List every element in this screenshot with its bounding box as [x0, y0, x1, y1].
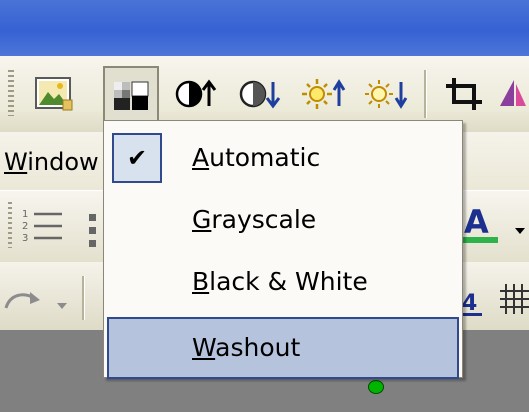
bullets-icon	[89, 214, 96, 247]
svg-text:2: 2	[22, 221, 28, 232]
menu-item-label: Grayscale	[192, 205, 317, 234]
toolbar-grip[interactable]	[8, 70, 14, 116]
font-color-icon: A	[460, 203, 498, 243]
numbering-button[interactable]: 123	[18, 206, 68, 246]
menu-item-label: Black & White	[192, 267, 368, 296]
redo-dropdown[interactable]	[56, 296, 68, 309]
bullets-button[interactable]	[88, 210, 98, 250]
text-direction-button[interactable]: 4	[462, 282, 486, 320]
toolbar-separator	[424, 70, 427, 118]
grayscale-icon	[114, 81, 149, 110]
insert-picture-button[interactable]	[26, 66, 82, 122]
check-icon: ✔	[112, 133, 162, 183]
svg-text:4: 4	[462, 291, 477, 316]
chevron-down-icon	[515, 228, 525, 234]
color-button[interactable]	[103, 66, 159, 124]
more-brightness-button[interactable]	[296, 66, 352, 122]
font-color-dropdown[interactable]	[514, 222, 526, 234]
title-bar	[0, 0, 529, 56]
menu-item-grayscale[interactable]: Grayscale	[104, 189, 462, 251]
color-dropdown-menu: ✔ Automatic Grayscale Black & White Wash…	[103, 120, 463, 379]
more-contrast-icon	[175, 79, 217, 108]
menu-item-washout[interactable]: Washout	[107, 317, 459, 379]
menu-window-rest: indow	[27, 148, 99, 176]
font-color-button[interactable]: A	[460, 203, 504, 249]
less-brightness-button[interactable]	[358, 66, 414, 122]
menu-item-label: Automatic	[192, 143, 321, 172]
numbered-list-icon: 123	[22, 209, 62, 244]
show-gridlines-button[interactable]	[500, 282, 529, 316]
svg-text:A: A	[464, 203, 489, 241]
less-contrast-button[interactable]	[232, 66, 288, 122]
more-brightness-icon	[302, 79, 346, 109]
grid-icon	[500, 284, 529, 314]
less-brightness-icon	[365, 80, 408, 109]
more-contrast-button[interactable]	[168, 66, 224, 122]
menu-window-accel: W	[4, 148, 28, 176]
menu-item-automatic[interactable]: ✔ Automatic	[104, 127, 462, 189]
crop-button[interactable]	[436, 66, 492, 122]
text-direction-icon: 4	[462, 291, 482, 316]
chevron-down-icon	[57, 303, 67, 309]
toolbar-grip[interactable]	[8, 202, 12, 248]
rotation-handle[interactable]	[368, 380, 384, 394]
line-style-icon	[500, 80, 526, 106]
menu-item-label: Washout	[192, 333, 301, 362]
crop-icon	[446, 78, 482, 110]
less-contrast-icon	[239, 80, 281, 109]
svg-text:3: 3	[22, 233, 28, 244]
redo-button[interactable]	[2, 284, 42, 314]
menu-item-black-white[interactable]: Black & White	[104, 251, 462, 313]
line-style-button[interactable]	[496, 66, 529, 122]
insert-picture-icon	[35, 77, 73, 111]
toolbar-separator	[82, 276, 85, 320]
redo-icon	[4, 292, 40, 309]
menu-window[interactable]: Window	[4, 148, 99, 176]
svg-text:1: 1	[22, 209, 28, 220]
